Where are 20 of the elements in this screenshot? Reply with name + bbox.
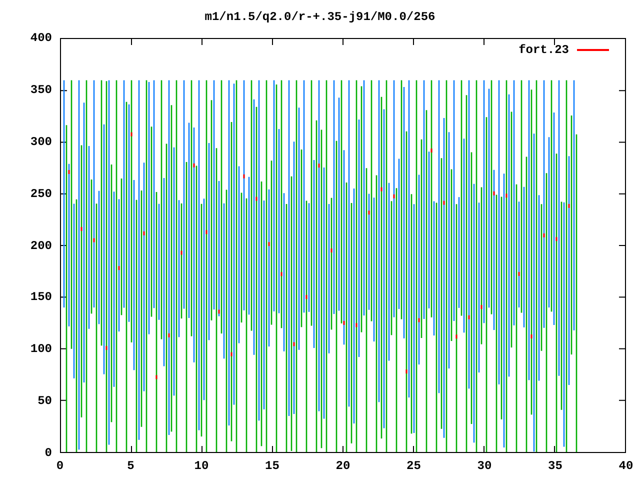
x-tick-label: 0 xyxy=(55,459,65,473)
chart-title: m1/n1.5/q2.0/r-+.35-j91/M0.0/256 xyxy=(204,10,436,24)
y-tick-label: 250 xyxy=(30,186,52,201)
y-tick-label: 50 xyxy=(38,394,52,408)
y-tick-label: 150 xyxy=(30,290,52,304)
y-tick-label: 200 xyxy=(30,238,52,252)
x-tick-label: 5 xyxy=(126,459,136,473)
y-tick-label: 0 xyxy=(44,446,52,460)
x-tick-label: 25 xyxy=(406,459,422,473)
x-tick-label: 15 xyxy=(264,459,280,473)
x-tick-label: 35 xyxy=(547,459,564,473)
x-tick-label: 10 xyxy=(193,459,210,473)
y-tick-label: 350 xyxy=(30,82,52,97)
x-tick-label: 20 xyxy=(334,459,352,473)
y-tick-label: 400 xyxy=(30,31,52,45)
y-tick-label: 300 xyxy=(30,134,52,149)
y-tick-label: 100 xyxy=(30,342,52,356)
x-tick-label: 30 xyxy=(476,459,493,473)
x-tick-label: 40 xyxy=(618,459,634,473)
legend-label: fort.23 xyxy=(518,43,569,57)
